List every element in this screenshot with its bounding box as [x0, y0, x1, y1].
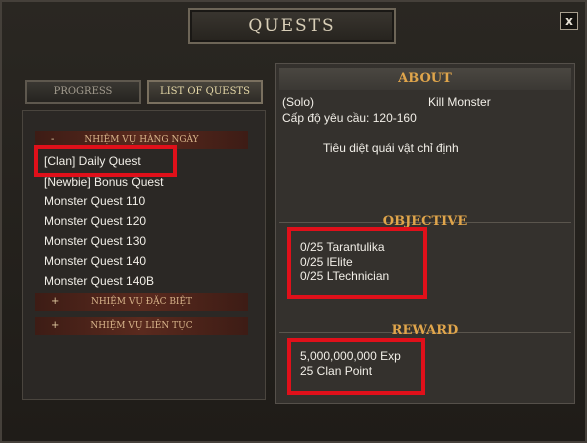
category-continuous[interactable]: + NHIỆM VỤ LIÊN TỤC: [35, 317, 248, 335]
quest-item-newbie-bonus[interactable]: [Newbie] Bonus Quest: [44, 175, 163, 189]
quest-item-monster-140[interactable]: Monster Quest 140: [44, 254, 146, 268]
quest-mode: (Solo): [282, 95, 315, 109]
level-requirement: Cấp độ yêu cầu: 120-160: [282, 111, 417, 125]
quest-description: Tiêu diệt quái vật chỉ định: [323, 141, 459, 155]
quest-item-monster-140b[interactable]: Monster Quest 140B: [44, 274, 154, 288]
window-title: QUESTS: [188, 8, 396, 44]
category-label: NHIỆM VỤ ĐẶC BIỆT: [90, 297, 193, 307]
quest-type: Kill Monster: [428, 95, 491, 109]
highlight-box-objective: [287, 227, 427, 299]
category-special[interactable]: + NHIỆM VỤ ĐẶC BIỆT: [35, 293, 248, 311]
close-button[interactable]: x: [560, 12, 578, 30]
highlight-box-selected-quest: [34, 145, 177, 177]
quest-item-monster-120[interactable]: Monster Quest 120: [44, 214, 146, 228]
quest-item-monster-110[interactable]: Monster Quest 110: [44, 194, 145, 208]
category-label: NHIỆM VỤ LIÊN TỤC: [90, 321, 193, 331]
quest-item-monster-130[interactable]: Monster Quest 130: [44, 234, 146, 248]
about-heading: ABOUT: [279, 68, 571, 90]
highlight-box-reward: [287, 338, 425, 395]
tab-progress[interactable]: PROGRESS: [25, 80, 141, 104]
reward-heading: REWARD: [391, 323, 459, 338]
tab-list-of-quests[interactable]: LIST OF QUESTS: [147, 80, 263, 104]
